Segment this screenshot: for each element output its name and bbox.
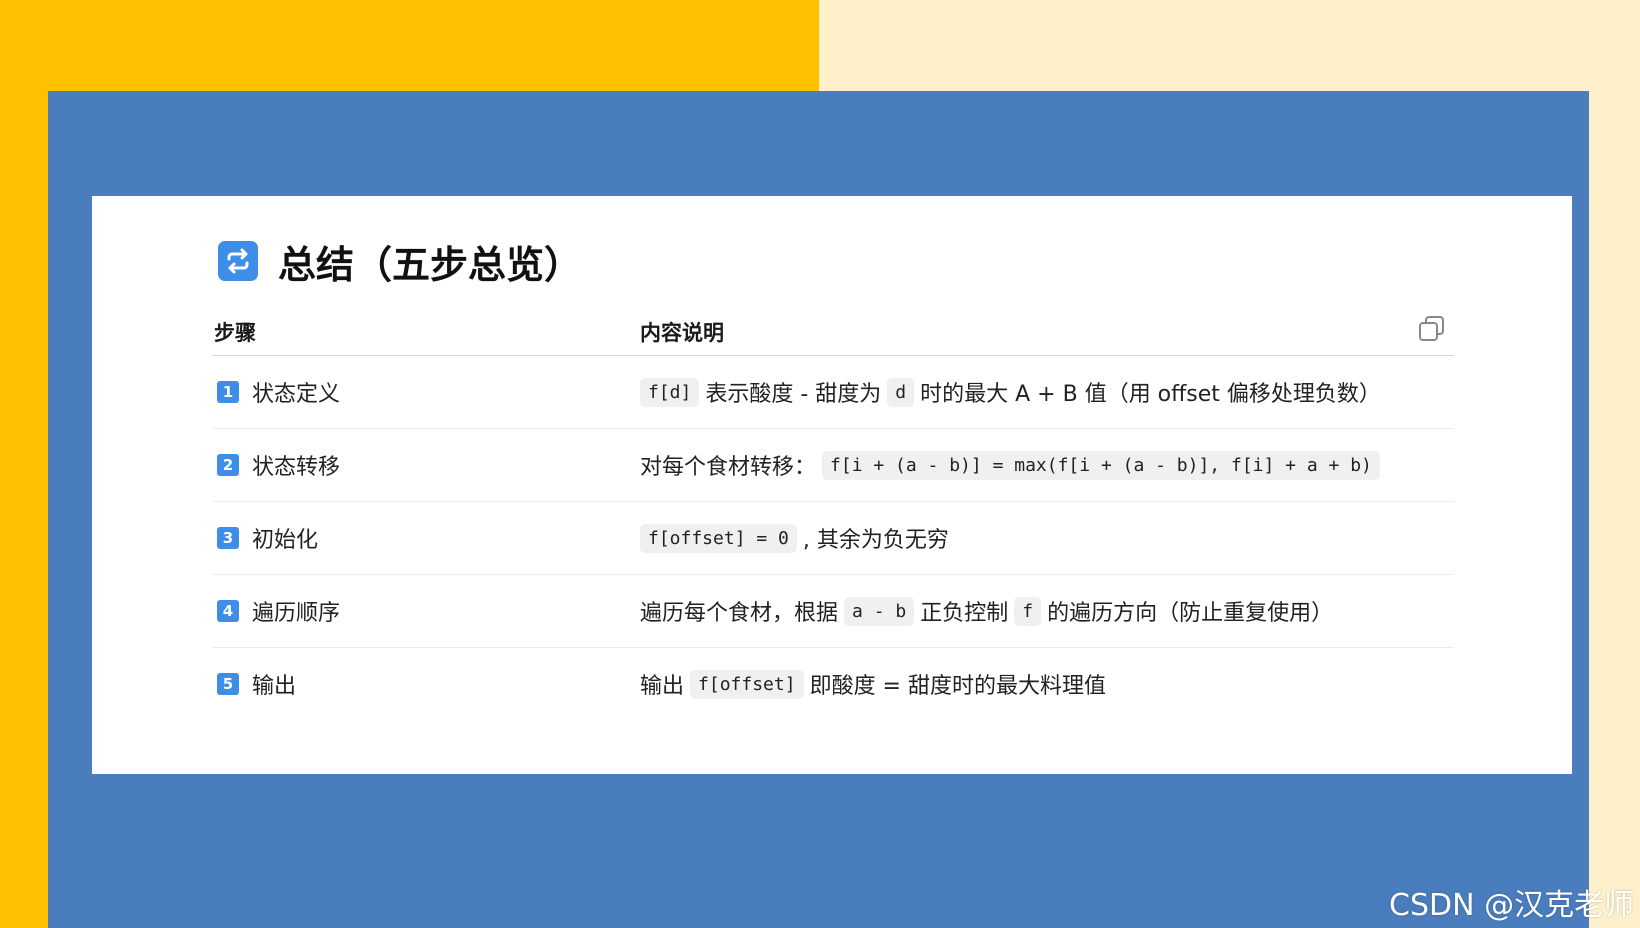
card-title: 总结（五步总览） [218, 236, 583, 287]
inline-code: f[offset] [690, 669, 804, 699]
desc-text: 表示酸度 - 甜度为 [705, 382, 882, 407]
step-cell: 1 状态定义 [212, 376, 640, 408]
steps-table: 步骤 内容说明 1 状态定义 f[d] 表示酸度 - 甜度为 d 时的最大 A + B 值… [212, 308, 1454, 720]
summary-card: 总结（五步总览） 步骤 内容说明 1 状态定义 f[d] 表示酸度 - 甜度为 d 时的最… [92, 196, 1572, 774]
inline-code: a - b [844, 596, 915, 626]
title-text: 总结（五步总览） [278, 242, 583, 287]
inline-code: f [1014, 596, 1042, 626]
desc-text: , 其余为负无穷 [802, 528, 949, 553]
step-number-icon: 3 [217, 527, 239, 549]
step-number-icon: 5 [217, 673, 239, 695]
step-cell: 3 初始化 [212, 522, 640, 554]
table-row: 5 输出 输出 f[offset] 即酸度 = 甜度时的最大料理值 [212, 648, 1454, 720]
table-body: 1 状态定义 f[d] 表示酸度 - 甜度为 d 时的最大 A + B 值（用 offse… [212, 356, 1454, 720]
desc-cell: 遍历每个食材，根据 a - b 正负控制 f 的遍历方向（防止重复使用） [640, 595, 1454, 627]
desc-text: 的遍历方向（防止重复使用） [1047, 601, 1334, 626]
step-cell: 2 状态转移 [212, 449, 640, 481]
desc-text: 正负控制 [920, 601, 1009, 626]
desc-text: 对每个食材转移： [640, 455, 817, 480]
desc-cell: 对每个食材转移： f[i + (a - b)] = max(f[i + (a - … [640, 449, 1454, 481]
step-number-icon: 4 [217, 600, 239, 622]
header-desc: 内容说明 [640, 320, 724, 345]
desc-cell: f[d] 表示酸度 - 甜度为 d 时的最大 A + B 值（用 offset 偏移处… [640, 376, 1454, 408]
step-label: 遍历顺序 [252, 601, 341, 626]
step-cell: 4 遍历顺序 [212, 595, 640, 627]
table-row: 3 初始化 f[offset] = 0, 其余为负无穷 [212, 502, 1454, 575]
table-row: 4 遍历顺序 遍历每个食材，根据 a - b 正负控制 f 的遍历方向（防止重复使用） [212, 575, 1454, 648]
inline-code: d [887, 377, 915, 407]
inline-code: f[d] [640, 377, 700, 407]
table-row: 2 状态转移 对每个食材转移： f[i + (a - b)] = max(f[i + … [212, 429, 1454, 502]
inline-code: f[offset] = 0 [640, 523, 797, 553]
inline-code: f[i + (a - b)] = max(f[i + (a - b)], f[i… [822, 450, 1380, 480]
desc-cell: 输出 f[offset] 即酸度 = 甜度时的最大料理值 [640, 668, 1454, 700]
desc-text: 即酸度 = 甜度时的最大料理值 [809, 674, 1106, 699]
table-row: 1 状态定义 f[d] 表示酸度 - 甜度为 d 时的最大 A + B 值（用 offse… [212, 356, 1454, 429]
table-header: 步骤 内容说明 [212, 308, 1454, 356]
step-cell: 5 输出 [212, 668, 640, 700]
desc-text: 输出 [640, 674, 685, 699]
desc-text: 时的最大 A + B 值（用 offset 偏移处理负数） [920, 382, 1381, 407]
step-number-icon: 1 [217, 381, 239, 403]
header-step: 步骤 [214, 320, 256, 345]
step-label: 状态转移 [252, 455, 341, 480]
step-number-icon: 2 [217, 454, 239, 476]
step-label: 初始化 [252, 528, 319, 553]
watermark: CSDN @汉克老师 [1389, 888, 1635, 923]
repeat-icon [218, 241, 258, 281]
desc-text: 遍历每个食材，根据 [640, 601, 839, 626]
desc-cell: f[offset] = 0, 其余为负无穷 [640, 522, 1454, 554]
step-label: 状态定义 [252, 382, 341, 407]
step-label: 输出 [252, 674, 297, 699]
